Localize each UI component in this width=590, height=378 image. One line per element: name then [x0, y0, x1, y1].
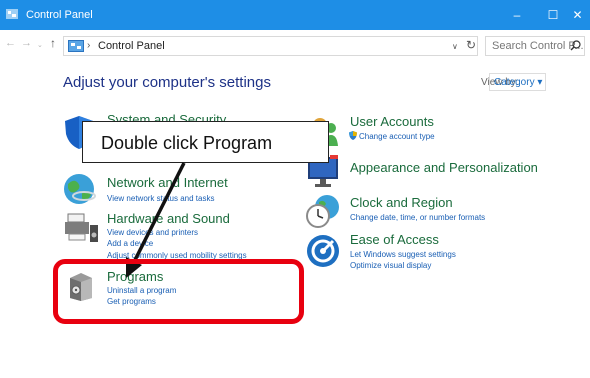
- annotation-highlight-box: [53, 259, 304, 324]
